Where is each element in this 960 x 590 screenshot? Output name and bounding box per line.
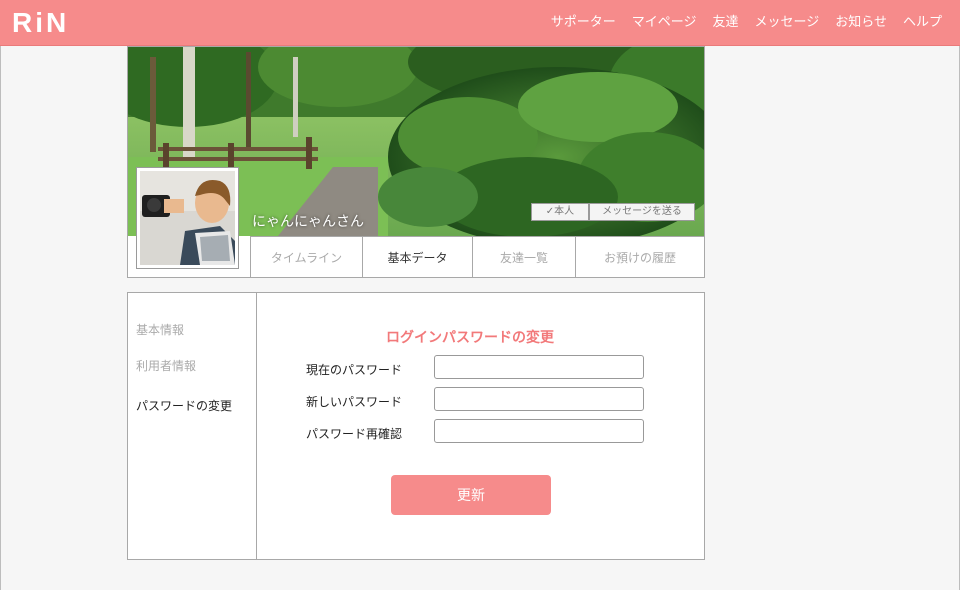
nav-mypage[interactable]: マイページ <box>632 14 697 32</box>
menu-user-info[interactable]: 利用者情報 <box>136 357 196 374</box>
update-button[interactable]: 更新 <box>391 475 551 515</box>
menu-password-change[interactable]: パスワードの変更 <box>136 397 232 414</box>
password-form-title: ログインパスワードの変更 <box>386 330 554 346</box>
new-password-label: 新しいパスワード <box>306 395 403 409</box>
page-border-left <box>0 46 1 590</box>
tab-friends-list[interactable]: 友達一覧 <box>472 237 575 278</box>
settings-panel: 基本情報 利用者情報 パスワードの変更 ログインパスワードの変更 現在のパスワー… <box>127 292 705 560</box>
tab-timeline[interactable]: タイムライン <box>250 237 362 278</box>
avatar-child-photo <box>140 171 235 265</box>
profile-tabs: タイムライン 基本データ 友達一覧 お預けの履歴 <box>250 236 704 278</box>
rin-logo[interactable]: RiN <box>12 8 69 38</box>
menu-basic-info[interactable]: 基本情報 <box>136 321 184 338</box>
verified-self-badge[interactable]: ✓本人 <box>531 203 589 221</box>
nav-friends[interactable]: 友達 <box>712 14 738 32</box>
confirm-password-input[interactable] <box>434 419 644 443</box>
nav-supporter[interactable]: サポーター <box>551 14 616 32</box>
tab-deposit-history[interactable]: お預けの履歴 <box>575 237 704 278</box>
profile-avatar[interactable] <box>136 167 239 269</box>
tab-basic-data[interactable]: 基本データ <box>362 237 472 278</box>
top-navigation-bar: RiN サポーター マイページ 友達 メッセージ お知らせ ヘルプ <box>0 0 960 46</box>
profile-username: にゃんにゃんさん <box>252 214 364 230</box>
nav-help[interactable]: ヘルプ <box>903 14 942 32</box>
settings-menu: 基本情報 利用者情報 パスワードの変更 <box>128 293 257 559</box>
nav-notifications[interactable]: お知らせ <box>835 14 887 32</box>
confirm-password-label: パスワード再確認 <box>306 427 403 441</box>
main-nav: サポーター マイページ 友達 メッセージ お知らせ ヘルプ <box>551 14 942 32</box>
nav-messages[interactable]: メッセージ <box>754 14 819 32</box>
send-message-button[interactable]: メッセージを送る <box>589 203 695 221</box>
profile-card: にゃんにゃんさん ✓本人 メッセージを送る タイムライン 基本データ 友達一覧 … <box>127 46 705 278</box>
new-password-input[interactable] <box>434 387 644 411</box>
current-password-input[interactable] <box>434 355 644 379</box>
current-password-label: 現在のパスワード <box>306 363 403 377</box>
